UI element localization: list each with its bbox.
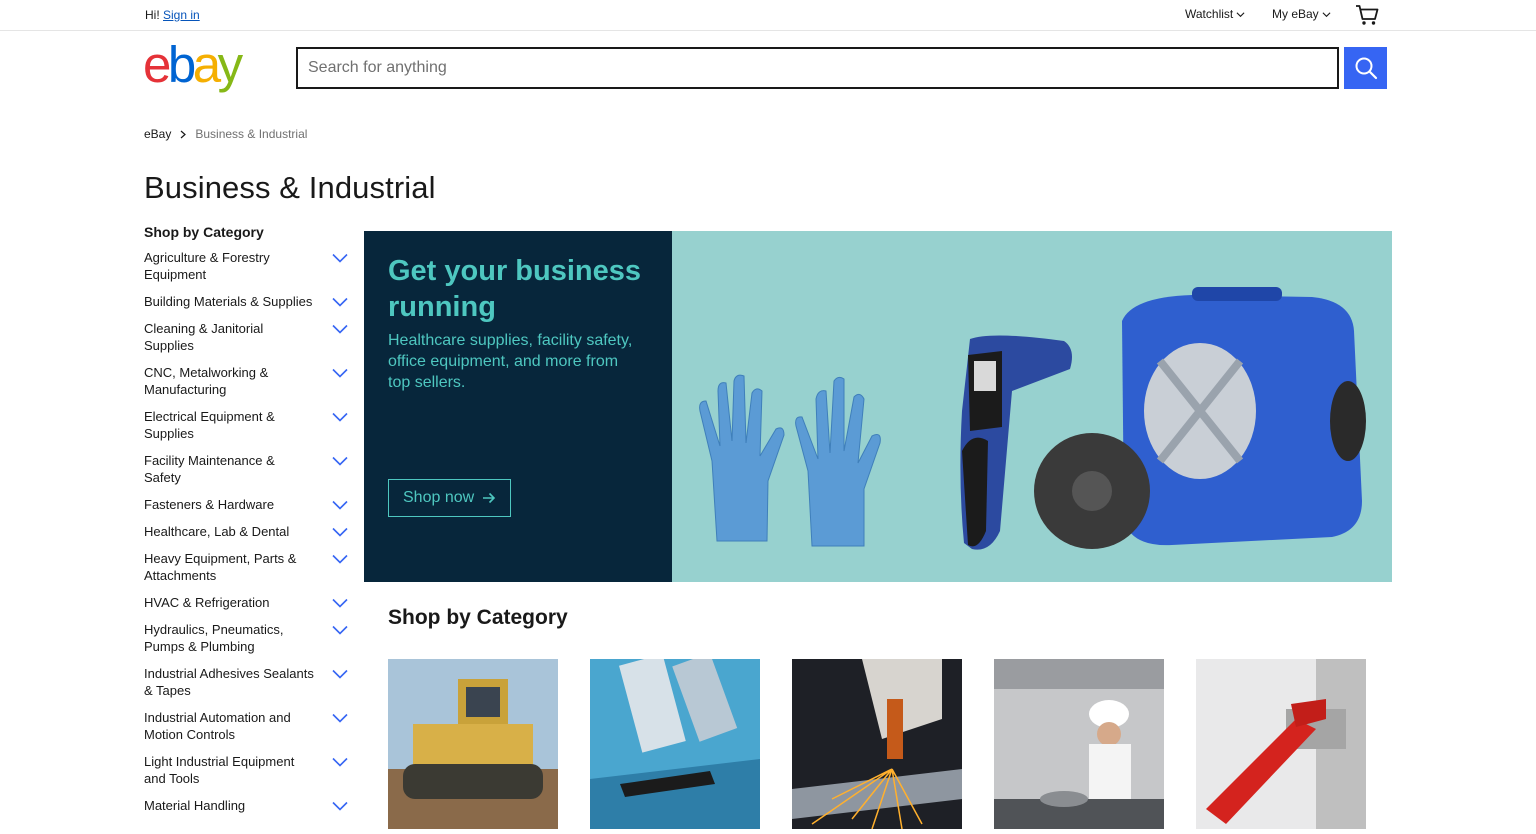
sidebar-item-label: HVAC & Refrigeration — [144, 595, 270, 610]
chevron-down-icon[interactable] — [332, 253, 348, 263]
chevron-down-icon[interactable] — [332, 324, 348, 334]
hero-text-panel: Get your business running Healthcare sup… — [364, 231, 672, 582]
page-title: Business & Industrial — [144, 170, 436, 205]
greeting-text: Hi! — [145, 8, 160, 22]
breadcrumb-current: Business & Industrial — [195, 127, 308, 141]
pipe-wrench-image — [1196, 659, 1366, 829]
chevron-down-icon[interactable] — [332, 297, 348, 307]
chevron-down-icon[interactable] — [332, 713, 348, 723]
sidebar-item-label: Fasteners & Hardware — [144, 497, 275, 512]
category-tile-restaurant[interactable] — [994, 659, 1164, 829]
sidebar-item[interactable]: Industrial Adhesives Sealants & Tapes — [144, 665, 352, 699]
sidebar-item-label: CNC, Metalworking & Manufacturing — [144, 365, 269, 397]
chevron-down-icon[interactable] — [332, 368, 348, 378]
sidebar-item[interactable]: Cleaning & Janitorial Supplies — [144, 320, 352, 354]
sidebar-item-label: Hydraulics, Pneumatics, Pumps & Plumbing — [144, 622, 284, 654]
my-ebay-label: My eBay — [1272, 7, 1319, 21]
sidebar-item-label: Building Materials & Supplies — [144, 294, 313, 309]
sidebar-item[interactable]: Hydraulics, Pneumatics, Pumps & Plumbing — [144, 621, 352, 655]
svg-text:ebay: ebay — [143, 40, 244, 93]
chevron-down-icon[interactable] — [332, 412, 348, 422]
shop-now-button[interactable]: Shop now — [388, 479, 512, 517]
sidebar-item-label: Facility Maintenance & Safety — [144, 453, 275, 485]
search-icon — [1355, 57, 1377, 80]
category-tile-cnc[interactable] — [792, 659, 962, 829]
chevron-down-icon[interactable] — [332, 801, 348, 811]
chevron-down-icon[interactable] — [332, 527, 348, 537]
search-box — [296, 47, 1339, 89]
category-tile-lab[interactable] — [590, 659, 760, 829]
metal-cutting-image — [792, 659, 962, 829]
my-ebay-menu[interactable]: My eBay — [1272, 7, 1331, 21]
arrow-right-icon — [483, 492, 496, 504]
chef-kitchen-image — [994, 659, 1164, 829]
chevron-down-icon — [1322, 11, 1331, 17]
sidebar-item[interactable]: Material Handling — [144, 797, 352, 814]
chevron-down-icon[interactable] — [332, 757, 348, 767]
search-input[interactable] — [298, 49, 1337, 87]
sidebar-item-label: Material Handling — [144, 798, 246, 813]
sidebar-item[interactable]: Electrical Equipment & Supplies — [144, 408, 352, 442]
chevron-down-icon[interactable] — [332, 598, 348, 608]
category-grid — [388, 659, 1366, 829]
sidebar-item[interactable]: Agriculture & Forestry Equipment — [144, 249, 352, 283]
sidebar-item[interactable]: Heavy Equipment, Parts & Attachments — [144, 550, 352, 584]
hero-banner[interactable]: Get your business running Healthcare sup… — [364, 231, 1392, 582]
category-tile-plumbing[interactable] — [1196, 659, 1366, 829]
shop-now-label: Shop now — [403, 489, 475, 506]
sidebar-item[interactable]: Facility Maintenance & Safety — [144, 452, 352, 486]
hero-title: Get your business running — [388, 255, 642, 323]
sidebar-item[interactable]: HVAC & Refrigeration — [144, 594, 352, 611]
search-button[interactable] — [1344, 47, 1387, 89]
chevron-right-icon — [180, 130, 187, 138]
chevron-down-icon[interactable] — [332, 456, 348, 466]
greeting: Hi! Sign in — [145, 8, 200, 22]
air-scrubber-icon — [1034, 287, 1366, 549]
sidebar-item[interactable]: Industrial Automation and Motion Control… — [144, 709, 352, 743]
gloves-icon — [699, 374, 881, 547]
breadcrumb-home[interactable]: eBay — [144, 127, 171, 141]
sidebar-item-label: Electrical Equipment & Supplies — [144, 409, 275, 441]
hero-subtitle: Healthcare supplies, facility safety, of… — [388, 332, 633, 391]
sidebar-item-label: Agriculture & Forestry Equipment — [144, 250, 270, 282]
watchlist-menu[interactable]: Watchlist — [1185, 7, 1245, 21]
sidebar-item[interactable]: Building Materials & Supplies — [144, 293, 352, 310]
sidebar-item-label: Industrial Adhesives Sealants & Tapes — [144, 666, 314, 698]
sidebar-item-label: Industrial Automation and Motion Control… — [144, 710, 291, 742]
ebay-logo[interactable]: ebay — [143, 40, 265, 96]
sidebar-item-label: Cleaning & Janitorial Supplies — [144, 321, 264, 353]
bulldozer-image — [388, 659, 558, 829]
chevron-down-icon[interactable] — [332, 669, 348, 679]
chevron-down-icon — [1236, 11, 1245, 17]
microscope-image — [590, 659, 760, 829]
sidebar-item-label: Heavy Equipment, Parts & Attachments — [144, 551, 297, 583]
top-utility-bar: Hi! Sign in Watchlist My eBay — [0, 0, 1536, 31]
hero-product-image — [699, 287, 1366, 550]
sidebar-item-label: Light Industrial Equipment and Tools — [144, 754, 295, 786]
sidebar-heading: Shop by Category — [144, 224, 264, 240]
watchlist-label: Watchlist — [1185, 7, 1234, 21]
chevron-down-icon[interactable] — [332, 625, 348, 635]
section-title: Shop by Category — [388, 606, 568, 629]
chevron-down-icon[interactable] — [332, 500, 348, 510]
sidebar-item[interactable]: Fasteners & Hardware — [144, 496, 352, 513]
category-tile-heavy-equipment[interactable] — [388, 659, 558, 829]
sidebar-item[interactable]: Light Industrial Equipment and Tools — [144, 753, 352, 787]
sidebar-item-label: Healthcare, Lab & Dental — [144, 524, 290, 539]
sidebar-item[interactable]: Healthcare, Lab & Dental — [144, 523, 352, 540]
chevron-down-icon[interactable] — [332, 554, 348, 564]
cart-icon[interactable] — [1355, 4, 1379, 26]
sign-in-link[interactable]: Sign in — [163, 8, 200, 22]
sidebar-item[interactable]: CNC, Metalworking & Manufacturing — [144, 364, 352, 398]
sidebar: Shop by Category Agriculture & Forestry … — [144, 223, 352, 824]
breadcrumb: eBay Business & Industrial — [144, 127, 307, 141]
